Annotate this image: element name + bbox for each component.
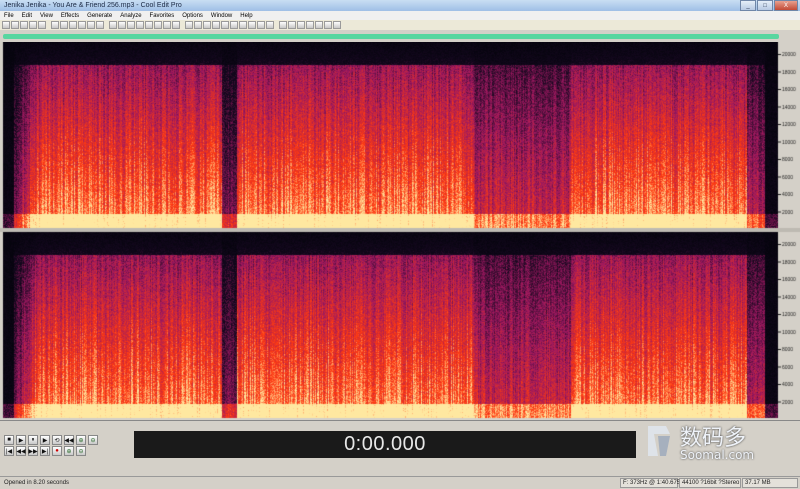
time-display: 0:00.000 <box>134 431 636 458</box>
toolbar-button-icon[interactable] <box>333 21 341 29</box>
toolbar-button-icon[interactable] <box>136 21 144 29</box>
toolbar-button-icon[interactable] <box>87 21 95 29</box>
zoom-in-horizontal-button[interactable]: ⊕ <box>76 435 86 445</box>
transport-panel: ■ ▶ ⏸ ▶ ⟲ ◀◀ ⊕ ⊖ |◀ ◀◀ ▶▶ ▶| ● ⊕ ⊖ <box>0 430 130 458</box>
time-display-value: 0:00.000 <box>344 433 426 455</box>
record-button[interactable]: ● <box>52 446 62 456</box>
maximize-button[interactable]: □ <box>757 0 773 11</box>
toolbar-button-icon[interactable] <box>69 21 77 29</box>
menu-view[interactable]: View <box>36 13 57 19</box>
toolbar-button-icon[interactable] <box>221 21 229 29</box>
toolbar-button-icon[interactable] <box>203 21 211 29</box>
rewind-fast-button[interactable]: ◀◀ <box>16 446 26 456</box>
menu-bar: File Edit View Effects Generate Analyze … <box>0 11 800 20</box>
toolbar-button-icon[interactable] <box>11 21 19 29</box>
toolbar-button-icon[interactable] <box>145 21 153 29</box>
logo-latin-text: Soomal.com <box>680 448 755 462</box>
toolbar-button-icon[interactable] <box>78 21 86 29</box>
zoom-in-vertical-button[interactable]: ⊕ <box>64 446 74 456</box>
menu-file[interactable]: File <box>0 13 18 19</box>
menu-edit[interactable]: Edit <box>18 13 36 19</box>
menu-analyze[interactable]: Analyze <box>116 13 145 19</box>
toolbar-button-icon[interactable] <box>127 21 135 29</box>
toolbar-button-icon[interactable] <box>248 21 256 29</box>
status-message: Opened in 8.20 seconds <box>4 480 70 486</box>
toolbar-button-icon[interactable] <box>109 21 117 29</box>
play-button[interactable]: ▶ <box>16 435 26 445</box>
go-to-start-button[interactable]: |◀ <box>4 446 14 456</box>
toolbar-button-icon[interactable] <box>194 21 202 29</box>
toolbar-button-icon[interactable] <box>239 21 247 29</box>
menu-generate[interactable]: Generate <box>83 13 116 19</box>
toolbar-button-icon[interactable] <box>154 21 162 29</box>
status-file-size: 37.17 MB <box>742 478 798 488</box>
toolbar-button-icon[interactable] <box>297 21 305 29</box>
toolbar-button-icon[interactable] <box>230 21 238 29</box>
toolbar-button-icon[interactable] <box>20 21 28 29</box>
toolbar-button-icon[interactable] <box>288 21 296 29</box>
status-format: 44100 ?16bit ?Stereo <box>679 478 741 488</box>
play-to-end-button[interactable]: ▶ <box>40 435 50 445</box>
zoom-out-horizontal-button[interactable]: ⊖ <box>88 435 98 445</box>
minimize-button[interactable]: _ <box>740 0 756 11</box>
toolbar-button-icon[interactable] <box>266 21 274 29</box>
toolbar-button-icon[interactable] <box>2 21 10 29</box>
toolbar-button-icon[interactable] <box>185 21 193 29</box>
toolbar-button-icon[interactable] <box>315 21 323 29</box>
menu-options[interactable]: Options <box>178 13 207 19</box>
spectral-view[interactable] <box>0 42 800 420</box>
loop-button[interactable]: ⟲ <box>52 435 62 445</box>
overview-range-bar[interactable] <box>3 34 779 39</box>
stop-button[interactable]: ■ <box>4 435 14 445</box>
toolbar-button-icon[interactable] <box>29 21 37 29</box>
pause-button[interactable]: ⏸ <box>28 435 38 445</box>
toolbar-button-icon[interactable] <box>118 21 126 29</box>
status-bar: Opened in 8.20 seconds F: 373Hz @ 1:40.6… <box>0 476 800 489</box>
title-bar: Jenika Jenika - You Are & Friend 256.mp3… <box>0 0 800 11</box>
close-button[interactable]: X <box>774 0 798 11</box>
toolbar-button-icon[interactable] <box>60 21 68 29</box>
toolbar <box>0 20 800 30</box>
toolbar-button-icon[interactable] <box>38 21 46 29</box>
rewind-button[interactable]: ◀◀ <box>64 435 74 445</box>
soomal-logo-icon <box>648 426 670 456</box>
menu-effects[interactable]: Effects <box>57 13 83 19</box>
fast-forward-button[interactable]: ▶▶ <box>28 446 38 456</box>
menu-favorites[interactable]: Favorites <box>146 13 179 19</box>
toolbar-button-icon[interactable] <box>163 21 171 29</box>
watermark-logo: 数码多 Soomal.com <box>640 418 800 466</box>
menu-window[interactable]: Window <box>207 13 236 19</box>
go-to-end-button[interactable]: ▶| <box>40 446 50 456</box>
zoom-out-vertical-button[interactable]: ⊖ <box>76 446 86 456</box>
overview-panel <box>0 30 800 42</box>
toolbar-button-icon[interactable] <box>306 21 314 29</box>
toolbar-button-icon[interactable] <box>96 21 104 29</box>
toolbar-button-icon[interactable] <box>212 21 220 29</box>
menu-help[interactable]: Help <box>236 13 256 19</box>
toolbar-button-icon[interactable] <box>279 21 287 29</box>
window-title: Jenika Jenika - You Are & Friend 256.mp3… <box>4 2 182 9</box>
status-cursor-info: F: 373Hz @ 1:40.675 <box>620 478 680 488</box>
toolbar-button-icon[interactable] <box>51 21 59 29</box>
toolbar-button-icon[interactable] <box>172 21 180 29</box>
toolbar-button-icon[interactable] <box>257 21 265 29</box>
toolbar-button-icon[interactable] <box>324 21 332 29</box>
